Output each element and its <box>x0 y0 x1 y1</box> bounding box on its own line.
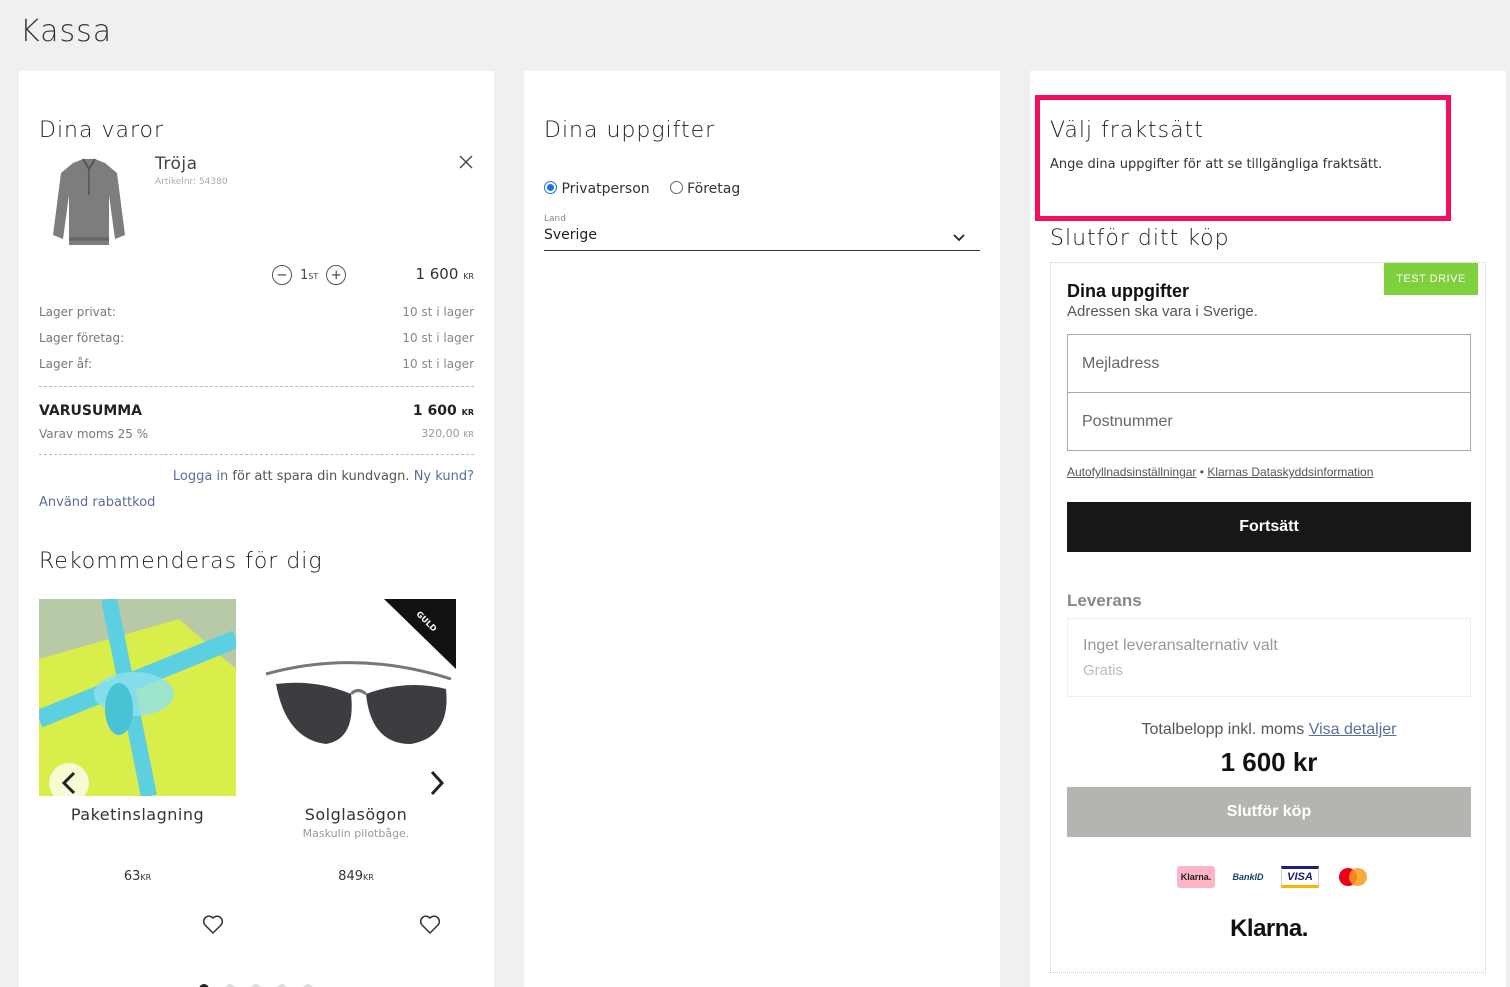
heart-icon[interactable] <box>202 915 224 939</box>
sum-label: VARUSUMMA <box>39 403 143 419</box>
postal-code-field[interactable]: Postnummer <box>1067 392 1471 451</box>
delivery-heading: Leverans <box>1067 591 1142 610</box>
shipping-highlight-box <box>1035 95 1451 221</box>
total-line: Totalbelopp inkl. moms Visa detaljer <box>1141 721 1397 738</box>
bankid-icon: BankID <box>1232 872 1264 882</box>
delivery-option-label: Inget leveransalternativ valt <box>1083 637 1278 654</box>
klarna-checkout-frame: TEST DRIVE Dina uppgifter Adressen ska v… <box>1050 262 1486 973</box>
privacy-info-link[interactable]: Klarnas Dataskyddsinformation <box>1207 465 1373 479</box>
product-name[interactable]: Tröja <box>155 154 198 174</box>
recommend-heading: Rekommenderas för dig <box>39 549 323 574</box>
quantity-stepper: − 1ST + <box>272 265 347 285</box>
klarna-payment-icon: Klarna. <box>1177 866 1215 888</box>
mastercard-icon <box>1333 866 1371 888</box>
qty-unit: ST <box>308 271 319 281</box>
autofill-settings-link[interactable]: Autofyllnadsinställningar <box>1067 465 1196 479</box>
new-customer-link[interactable]: Ny kund? <box>414 469 474 484</box>
stock-value-company: 10 st i lager <box>402 331 474 345</box>
vat-label: Varav moms 25 % <box>39 427 149 441</box>
country-select[interactable]: Sverige <box>544 227 980 251</box>
checkout-heading: Slutför ditt köp <box>1050 226 1230 251</box>
klarna-links: Autofyllnadsinställningar • Klarnas Data… <box>1067 465 1374 479</box>
product-name[interactable]: Solglasögon <box>256 805 456 824</box>
stock-label-retailer: Lager åf: <box>39 357 92 371</box>
customer-type-group: Privatperson Företag <box>544 181 740 197</box>
product-price: 63KR <box>123 869 152 884</box>
radio-company[interactable]: Företag <box>669 181 740 197</box>
stock-label-private: Lager privat: <box>39 305 116 319</box>
product-name[interactable]: Paketinslagning <box>39 805 236 824</box>
product-image[interactable] <box>49 155 129 251</box>
divider <box>39 386 474 387</box>
carousel-prev-button[interactable] <box>49 763 89 803</box>
chevron-down-icon <box>953 234 965 242</box>
decrease-qty-button[interactable]: − <box>272 265 292 285</box>
cart-panel: Dina varor Tröja Artikelnr: 54380 − 1ST … <box>19 71 494 987</box>
login-hint: Logga in för att spara din kundvagn. Ny … <box>172 469 474 484</box>
payment-methods: Klarna. BankID VISA <box>1177 866 1371 888</box>
finish-purchase-button[interactable]: Slutför köp <box>1067 787 1471 837</box>
remove-item-icon[interactable] <box>458 154 474 174</box>
discount-code-link[interactable]: Använd rabattkod <box>39 495 155 510</box>
cart-heading: Dina varor <box>39 118 165 143</box>
stock-label-company: Lager företag: <box>39 331 125 345</box>
carousel-dots <box>199 979 329 987</box>
test-drive-badge: TEST DRIVE <box>1384 263 1478 295</box>
details-panel: Dina uppgifter Privatperson Företag Land… <box>524 71 1000 987</box>
klarna-title: Dina uppgifter <box>1067 281 1189 301</box>
radio-button[interactable] <box>544 181 557 194</box>
total-amount: 1 600 kr <box>1220 747 1318 777</box>
article-number: Artikelnr: 54380 <box>155 177 228 187</box>
chevron-left-icon <box>61 771 76 795</box>
radio-private[interactable]: Privatperson <box>544 181 650 197</box>
chevron-right-icon <box>430 770 445 796</box>
vat-value: 320,00 KR <box>421 427 474 440</box>
visa-icon: VISA <box>1281 866 1319 888</box>
login-link[interactable]: Logga in <box>173 469 228 484</box>
show-details-link[interactable]: Visa detaljer <box>1309 721 1397 738</box>
product-description: Maskulin pilotbåge. <box>302 827 410 840</box>
product-price: 849KR <box>338 869 374 884</box>
continue-button[interactable]: Fortsätt <box>1067 502 1471 552</box>
stock-value-private: 10 st i lager <box>402 305 474 319</box>
item-price: 1 600 KR <box>415 265 474 283</box>
sum-value: 1 600 KR <box>412 403 474 419</box>
product-card-image-sunglasses[interactable]: GULD <box>256 599 456 796</box>
klarna-subtitle: Adressen ska vara i Sverige. <box>1067 303 1258 320</box>
increase-qty-button[interactable]: + <box>326 265 347 285</box>
klarna-logo: Klarna. <box>1230 915 1308 942</box>
divider <box>39 454 474 455</box>
carousel-next-button[interactable] <box>429 769 445 801</box>
heart-icon[interactable] <box>419 915 441 939</box>
stock-value-retailer: 10 st i lager <box>402 357 474 371</box>
delivery-option: Inget leveransalternativ valt Gratis <box>1067 618 1471 697</box>
delivery-price: Gratis <box>1083 662 1124 679</box>
page-title: Kassa <box>20 14 113 49</box>
country-label: Land <box>544 214 566 224</box>
details-heading: Dina uppgifter <box>544 118 716 143</box>
email-field[interactable]: Mejladress <box>1067 334 1471 393</box>
radio-button[interactable] <box>669 181 683 194</box>
